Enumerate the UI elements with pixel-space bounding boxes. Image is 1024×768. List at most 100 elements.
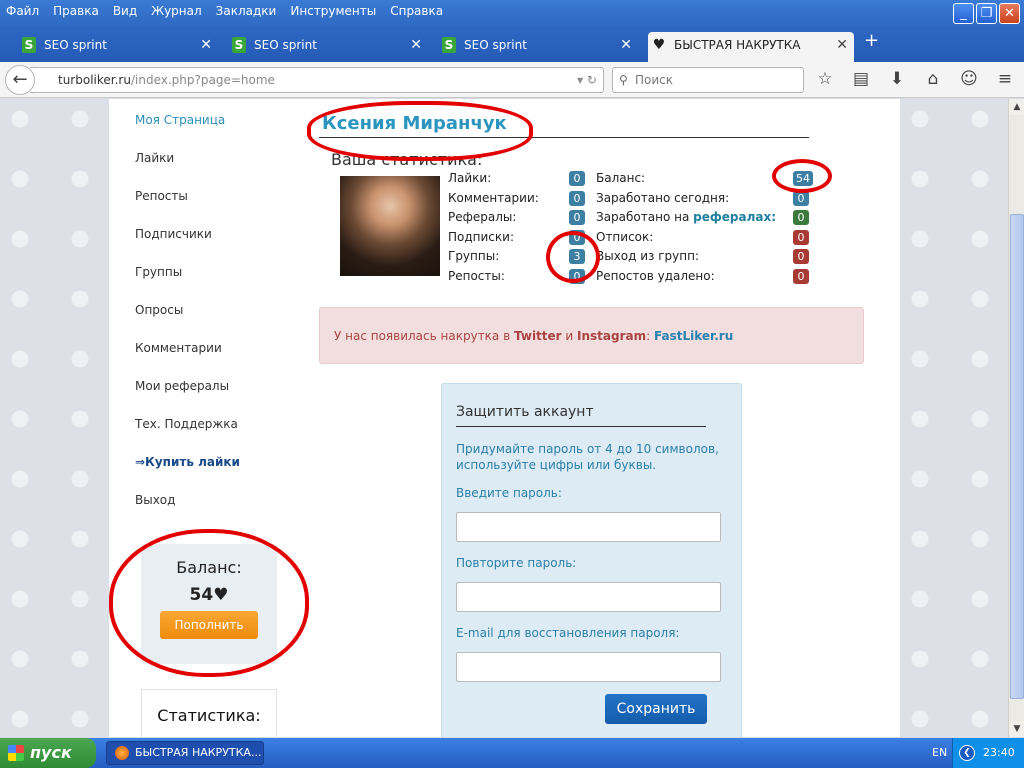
stats-row: Рефералы: 0 Заработано на рефералах: 0 [448,210,810,230]
tab-label: SEO sprint [44,38,107,52]
referrals-label: Рефералы: [448,210,517,224]
comments-label: Комментарии: [448,190,539,205]
balance-value: 54♥ [189,585,229,605]
new-tab-icon[interactable]: + [864,30,879,51]
repeat-password-input[interactable] [456,582,721,612]
sidebar-item-polls[interactable]: Опросы [135,303,285,341]
tab-label: SEO sprint [254,38,317,52]
home-icon[interactable]: ⌂ [922,69,944,89]
bookmark-star-icon[interactable]: ☆ [814,69,836,89]
close-tab-icon[interactable]: ✕ [410,32,422,58]
reposts-deleted-badge: 0 [793,268,809,284]
close-tab-icon[interactable]: ✕ [620,32,632,58]
maximize-button[interactable]: ❐ [976,3,997,24]
sidebar-item-comments[interactable]: Комментарии [135,341,285,379]
language-indicator[interactable]: EN [932,738,947,768]
email-label: E-mail для восстановления пароля: [456,626,680,640]
earned-today-badge: 0 [793,190,809,206]
download-icon[interactable]: ⬇ [886,69,908,89]
tab-seo-sprint-2[interactable]: S SEO sprint ✕ [228,32,428,62]
vertical-scrollbar[interactable]: ▲ ▼ [1008,99,1024,737]
password-input[interactable] [456,512,721,542]
minimize-button[interactable]: _ [953,3,974,24]
menu-tools[interactable]: Инструменты [290,4,376,18]
menu-bookmarks[interactable]: Закладки [216,4,277,18]
stats-row: Группы: 3 Выход из групп: 0 [448,249,810,269]
name-divider [319,137,809,138]
menu-file[interactable]: Файл [6,4,39,18]
fastliker-link[interactable]: FastLiker.ru [654,329,733,343]
menu-icon[interactable]: ≡ [994,69,1016,89]
password-label: Введите пароль: [456,486,562,500]
scroll-down-icon[interactable]: ▼ [1009,721,1024,737]
unsubscribes-badge: 0 [793,229,809,245]
toolbar-icons: ☆ ▤ ⬇ ⌂ ☺ ≡ [814,69,1016,89]
tab-seo-sprint-1[interactable]: S SEO sprint ✕ [18,32,218,62]
url-path: /index.php?page=home [130,73,275,87]
reload-icon[interactable]: ▾ ↻ [577,68,597,92]
sidebar-item-groups[interactable]: Группы [135,265,285,303]
sidebar-item-subscribers[interactable]: Подписчики [135,227,285,265]
profile-name[interactable]: Ксения Миранчук [322,113,507,134]
close-tab-icon[interactable]: ✕ [836,32,848,58]
earned-referrals-label: Заработано на рефералах: [596,210,776,224]
system-tray: ❮ 23:40 [952,738,1024,768]
protect-divider [456,426,706,427]
sidebar-item-referrals[interactable]: Мои рефералы [135,379,285,417]
subscriptions-badge: 0 [569,229,585,245]
menu: Файл Правка Вид Журнал Закладки Инструме… [6,4,443,18]
tab-seo-sprint-3[interactable]: S SEO sprint ✕ [438,32,638,62]
start-label: пуск [30,743,72,762]
web-page: Моя Страница Лайки Репосты Подписчики Гр… [0,99,1008,737]
seo-sprint-icon: S [22,37,36,53]
close-window-button[interactable]: ✕ [999,3,1020,24]
start-button[interactable]: пуск [0,738,96,768]
sidebar-item-buy-likes[interactable]: ⇒Купить лайки [135,455,285,493]
tab-turboliker[interactable]: ♥ БЫСТРАЯ НАКРУТКА ЛАЙКО... ✕ [648,32,854,78]
stats-box: Статистика: [141,689,277,737]
balance-stat-badge: 54 [793,171,813,186]
menu-help[interactable]: Справка [390,4,443,18]
alert-instagram: Instagram [577,329,647,343]
window-controls: _ ❐ ✕ [953,3,1020,24]
url-host: turboliker.ru [58,73,131,87]
stats-table: Лайки: 0 Баланс: 54 Комментарии: 0 Зараб… [448,171,813,288]
avatar [340,176,440,276]
sidebar-item-reposts[interactable]: Репосты [135,189,285,227]
scroll-thumb[interactable] [1010,214,1024,699]
alert-prefix: У нас появилась накрутка в [334,329,514,343]
menu-history[interactable]: Журнал [151,4,202,18]
address-bar[interactable]: turboliker.ru/index.php?page=home ▾ ↻ [30,67,604,93]
menu-edit[interactable]: Правка [53,4,99,18]
groups-label: Группы: [448,249,500,263]
tray-arrow-icon[interactable]: ❮ [959,745,975,761]
menu-view[interactable]: Вид [113,4,137,18]
nav-bar: turboliker.ru/index.php?page=home ▾ ↻ ← … [0,62,1024,98]
seo-sprint-icon: S [442,37,456,53]
stats-row: Подписки: 0 Отписок: 0 [448,229,810,250]
sidebar-item-likes[interactable]: Лайки [135,151,285,189]
topup-button[interactable]: Пополнить [160,611,258,639]
sidebar-item-support[interactable]: Тех. Поддержка [135,417,285,455]
sidebar-item-my-page[interactable]: Моя Страница [135,113,285,151]
search-input[interactable]: ⚲ Поиск [612,67,804,93]
sidebar-item-logout[interactable]: Выход [135,493,285,531]
email-input[interactable] [456,652,721,682]
announcement-alert: У нас появилась накрутка в Twitter и Ins… [319,307,864,364]
alert-colon: : [646,329,654,343]
taskbar-item-firefox[interactable]: БЫСТРАЯ НАКРУТКА... [106,741,264,765]
close-tab-icon[interactable]: ✕ [200,32,212,58]
unsubscribes-label: Отписок: [596,229,654,244]
save-button[interactable]: Сохранить [605,694,707,724]
reposts-badge: 0 [569,268,585,284]
back-button[interactable]: ← [5,65,35,95]
taskbar-item-label: БЫСТРАЯ НАКРУТКА... [135,746,262,759]
scroll-up-icon[interactable]: ▲ [1009,99,1024,115]
reposts-label: Репосты: [448,268,505,283]
heart-icon: ♥ [652,37,666,53]
referrals-link[interactable]: рефералах: [693,210,776,224]
balance-label: Баланс: [176,558,242,577]
smiley-icon[interactable]: ☺ [958,69,980,89]
reading-list-icon[interactable]: ▤ [850,69,872,89]
taskbar: пуск БЫСТРАЯ НАКРУТКА... EN ❮ 23:40 [0,738,1024,768]
